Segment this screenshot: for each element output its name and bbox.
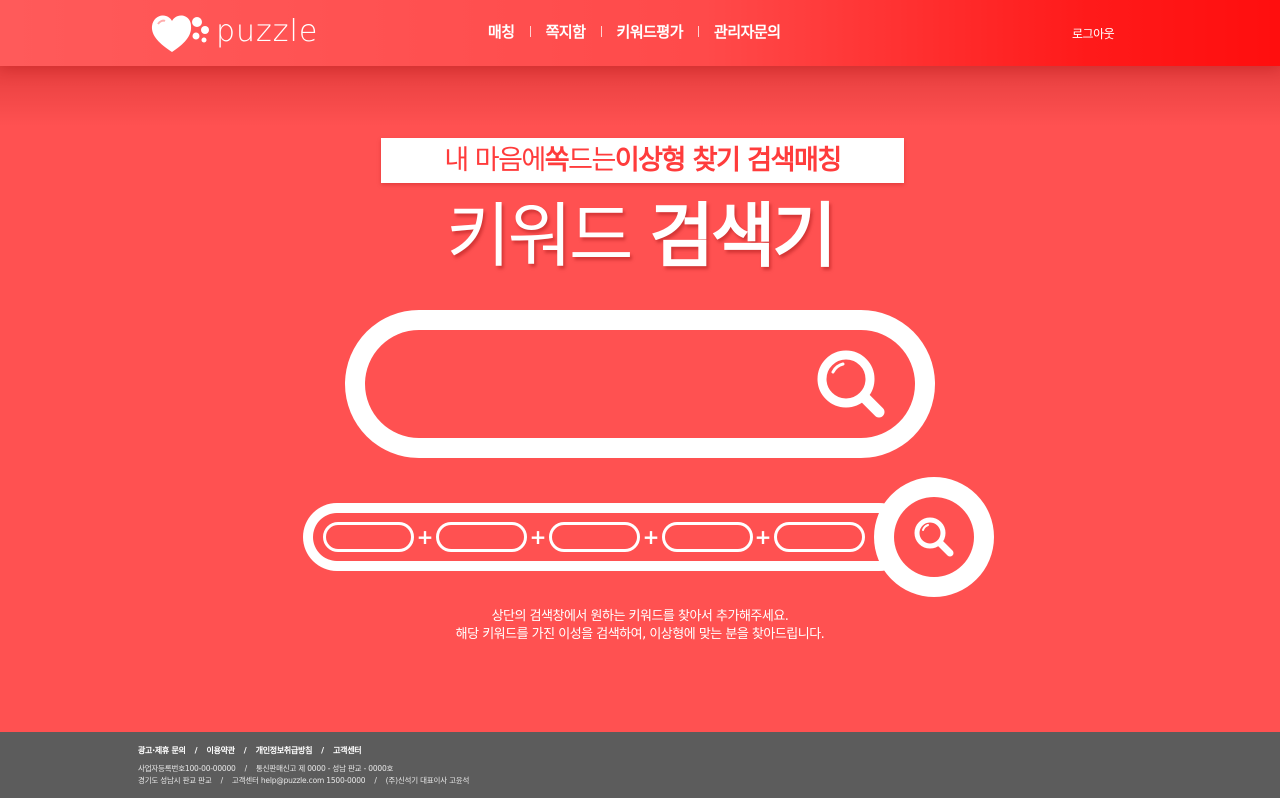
top-header: puzzle 매칭 쪽지함 키워드평가 관리자문의 로그아웃 xyxy=(0,0,1280,66)
keyword-bar-inner: + + + + xyxy=(313,513,903,561)
footer-info-row-1: 사업자등록번호100-00-00000 / 통신판매신고 제 0000 - 성남… xyxy=(138,763,469,775)
nav-divider xyxy=(600,25,602,37)
tagline-part-4: 이상형 찾기 검색매칭 xyxy=(614,145,842,176)
description-line-1: 상단의 검색창에서 원하는 키워드를 찾아서 추가해주세요. xyxy=(491,609,789,624)
nav-divider xyxy=(529,25,531,37)
footer-divider: / xyxy=(243,746,247,755)
nav-item-messages[interactable]: 쪽지함 xyxy=(538,21,594,42)
footer-company-info: 사업자등록번호100-00-00000 / 통신판매신고 제 0000 - 성남… xyxy=(138,763,469,787)
keyword-search-button[interactable] xyxy=(874,477,994,597)
brand-logo[interactable]: puzzle xyxy=(150,10,318,54)
plus-icon: + xyxy=(754,525,772,549)
plus-icon: + xyxy=(529,525,547,549)
tagline-part-2: 쏙 xyxy=(544,145,570,176)
keyword-slot-5[interactable] xyxy=(774,522,865,552)
footer-link-terms[interactable]: 이용약관 xyxy=(207,745,236,756)
brand-name: puzzle xyxy=(216,14,319,49)
main-search-box xyxy=(345,310,935,458)
keyword-bar: + + + + xyxy=(303,503,913,571)
plus-icon: + xyxy=(416,525,434,549)
customer-center-contact: 고객센터 help@puzzle.com 1500-0000 xyxy=(231,776,366,785)
mail-order-registration: 통신판매신고 제 0000 - 성남 판교 - 0000호 xyxy=(255,764,394,773)
main-search-button[interactable] xyxy=(813,346,893,426)
header-shadow xyxy=(0,66,1280,126)
nav-divider xyxy=(698,25,700,37)
main-nav: 매칭 쪽지함 키워드평가 관리자문의 xyxy=(480,18,789,44)
tagline-part-3: 드는 xyxy=(568,145,616,176)
footer-info-row-2: 경기도 성남시 판교 판교 / 고객센터 help@puzzle.com 150… xyxy=(138,775,469,787)
page-title: 키워드 검색기 xyxy=(0,196,1280,276)
footer-divider: / xyxy=(244,764,248,773)
footer-link-ad-inquiry[interactable]: 광고·제휴 문의 xyxy=(138,745,186,756)
keyword-slot-2[interactable] xyxy=(436,522,527,552)
footer-link-privacy[interactable]: 개인정보취급방침 xyxy=(256,745,313,756)
title-thin: 키워드 xyxy=(446,195,650,277)
footer-divider: / xyxy=(374,776,377,785)
company-ceo: (주)신석기 대표이사 고윤석 xyxy=(385,776,470,785)
keyword-slot-3[interactable] xyxy=(549,522,640,552)
hero-tagline: 내 마음에 쏙 드는 이상형 찾기 검색매칭 xyxy=(381,138,904,183)
footer-divider: / xyxy=(321,746,325,755)
footer-link-support[interactable]: 고객센터 xyxy=(333,745,362,756)
business-registration: 사업자등록번호100-00-00000 xyxy=(138,764,236,773)
nav-item-keyword-rating[interactable]: 키워드평가 xyxy=(609,21,692,42)
main-search-inner xyxy=(365,330,915,438)
main-search-input[interactable] xyxy=(405,350,805,418)
company-address: 경기도 성남시 판교 판교 xyxy=(138,776,212,785)
page-footer: 광고·제휴 문의 / 이용약관 / 개인정보취급방침 / 고객센터 사업자등록번… xyxy=(0,732,1280,798)
heart-puzzle-icon xyxy=(151,15,209,52)
plus-icon: + xyxy=(642,525,660,549)
nav-item-admin-inquiry[interactable]: 관리자문의 xyxy=(706,21,789,42)
tagline-part-1: 내 마음에 xyxy=(444,145,546,176)
title-bold: 검색기 xyxy=(649,195,837,277)
logout-link[interactable]: 로그아웃 xyxy=(1072,25,1115,42)
search-description: 상단의 검색창에서 원하는 키워드를 찾아서 추가해주세요. 해당 키워드를 가… xyxy=(0,608,1280,644)
nav-item-matching[interactable]: 매칭 xyxy=(480,21,523,42)
keyword-slot-4[interactable] xyxy=(662,522,753,552)
footer-divider: / xyxy=(194,746,198,755)
footer-divider: / xyxy=(220,776,224,785)
keyword-search-button-inner xyxy=(894,497,974,577)
keyword-slot-1[interactable] xyxy=(323,522,414,552)
search-icon xyxy=(914,517,954,557)
search-icon xyxy=(817,350,885,418)
description-line-2: 해당 키워드를 가진 이성을 검색하여, 이상형에 맞는 분을 찾아드립니다. xyxy=(455,627,825,642)
footer-links: 광고·제휴 문의 / 이용약관 / 개인정보취급방침 / 고객센터 xyxy=(138,745,362,756)
